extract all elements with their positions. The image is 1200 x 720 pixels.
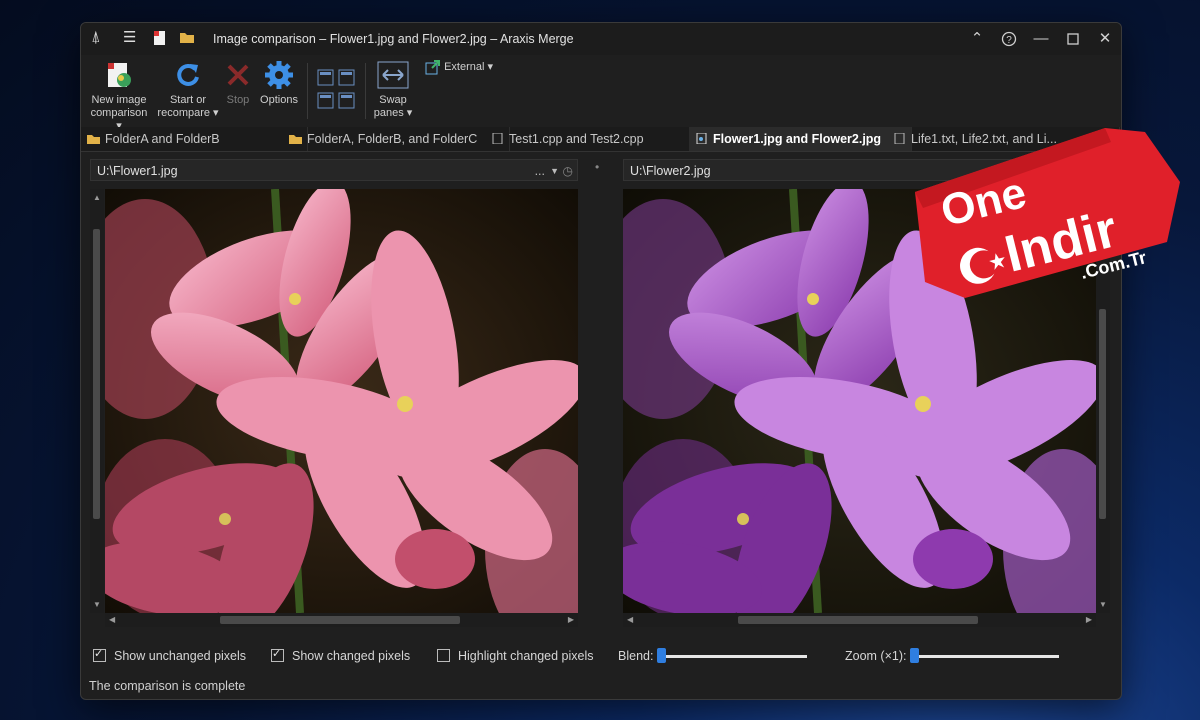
maximize-icon[interactable] — [1063, 29, 1083, 49]
open-folder-icon[interactable] — [179, 30, 195, 48]
zoom-label: Zoom (×1): — [845, 649, 907, 663]
stop-x-icon — [223, 59, 253, 91]
tab-foldera-folderb-folderc[interactable]: FolderA, FolderB, and FolderC — [283, 127, 510, 151]
left-history-icon[interactable]: ◷ — [563, 160, 573, 182]
pane-divider-dot: • — [595, 160, 600, 174]
minimize-icon[interactable]: — — [1031, 29, 1051, 49]
text-file-icon — [492, 133, 503, 144]
scroll-right-icon[interactable]: ▶ — [1086, 615, 1092, 624]
menu-icon[interactable]: ☰ — [123, 30, 136, 46]
scroll-thumb[interactable] — [93, 229, 100, 519]
scroll-down-icon[interactable]: ▼ — [1099, 600, 1107, 609]
tab-label: FolderA, FolderB, and FolderC — [307, 132, 478, 146]
scroll-thumb[interactable] — [738, 616, 978, 624]
stop-label: Stop — [226, 94, 250, 106]
right-horizontal-scrollbar[interactable]: ◀ ▶ — [623, 613, 1096, 627]
right-path: U:\Flower2.jpg — [630, 164, 711, 178]
tab-label: Test1.cpp and Test2.cpp — [509, 132, 644, 146]
left-vertical-scrollbar[interactable]: ▲ ▼ — [90, 189, 104, 613]
swap-label-2: panes ▾ — [373, 107, 413, 119]
left-dropdown-icon[interactable]: ▼ — [550, 160, 559, 182]
external-label: External ▾ — [444, 60, 493, 73]
swap-label-1: Swap — [379, 94, 407, 106]
start-recompare-button[interactable]: Start or recompare ▾ — [155, 59, 221, 120]
start-label-2: recompare ▾ — [157, 107, 219, 119]
left-horizontal-scrollbar[interactable]: ◀ ▶ — [105, 613, 578, 627]
scroll-right-icon[interactable]: ▶ — [568, 615, 574, 624]
ribbon-toolbar: New image comparison ▾ Start or recompar… — [81, 55, 1121, 132]
swap-icon — [373, 59, 413, 91]
external-icon — [425, 60, 440, 75]
title-bar: ⍋ ☰ Image comparison – Flower1.jpg and F… — [81, 23, 1121, 55]
collapse-ribbon-icon[interactable]: ⌃ — [967, 29, 987, 49]
tab-foldera-folderb[interactable]: FolderA and FolderB — [81, 127, 308, 151]
folder-icon — [289, 135, 302, 144]
stop-button[interactable]: Stop — [223, 59, 253, 107]
tab-label: Flower1.jpg and Flower2.jpg — [713, 132, 882, 146]
show-changed-checkbox[interactable] — [271, 647, 284, 662]
external-button[interactable]: External ▾ — [425, 59, 493, 75]
pane-layout-icon[interactable] — [317, 69, 357, 111]
tab-label: FolderA and FolderB — [105, 132, 220, 146]
left-path-menu-button[interactable]: ... — [535, 160, 545, 182]
scroll-left-icon[interactable]: ◀ — [109, 615, 115, 624]
scroll-up-icon[interactable]: ▲ — [93, 193, 101, 202]
blend-slider-thumb[interactable] — [657, 648, 666, 663]
show-unchanged-label: Show unchanged pixels — [114, 649, 247, 663]
oneindir-watermark-logo: One Indir .Com.Tr — [905, 122, 1185, 302]
new-image-label-1: New image — [91, 94, 147, 106]
tab-flower-jpg[interactable]: Flower1.jpg and Flower2.jpg — [689, 127, 912, 151]
svg-text:?: ? — [1006, 35, 1012, 46]
blend-label: Blend: — [618, 649, 654, 663]
refresh-icon — [155, 59, 221, 91]
highlight-changed-label: Highlight changed pixels — [458, 649, 594, 663]
folder-icon — [87, 135, 100, 144]
help-icon[interactable]: ? — [999, 29, 1019, 49]
zoom-slider-track[interactable] — [911, 655, 1059, 658]
ribbon-separator — [365, 63, 366, 119]
new-image-comparison-button[interactable]: New image comparison ▾ — [89, 59, 149, 133]
scroll-left-icon[interactable]: ◀ — [627, 615, 633, 624]
scroll-thumb[interactable] — [220, 616, 460, 624]
left-image-pink-flowers[interactable] — [105, 189, 578, 613]
start-label-1: Start or — [169, 94, 207, 106]
left-path: U:\Flower1.jpg — [97, 164, 178, 178]
layout-buttons — [317, 69, 357, 114]
show-changed-label: Show changed pixels — [292, 649, 411, 663]
zoom-slider-thumb[interactable] — [910, 648, 919, 663]
tab-test-cpp[interactable]: Test1.cpp and Test2.cpp — [485, 127, 714, 151]
scroll-down-icon[interactable]: ▼ — [93, 600, 101, 609]
image-file-icon — [696, 133, 707, 144]
gear-icon — [257, 59, 301, 91]
close-icon[interactable]: ✕ — [1095, 29, 1115, 49]
blend-slider-track[interactable] — [659, 655, 807, 658]
left-path-bar[interactable]: U:\Flower1.jpg ... ▼ ◷ — [90, 159, 578, 181]
scroll-thumb[interactable] — [1099, 309, 1106, 519]
highlight-changed-checkbox[interactable] — [437, 649, 450, 662]
options-button[interactable]: Options — [257, 59, 301, 107]
swap-panes-button[interactable]: Swap panes ▾ — [373, 59, 413, 120]
new-file-icon[interactable] — [153, 30, 167, 50]
window-title: Image comparison – Flower1.jpg and Flowe… — [213, 32, 574, 46]
new-image-icon — [89, 59, 149, 91]
araxis-logo-icon: ⍋ — [91, 29, 101, 46]
status-text: The comparison is complete — [89, 679, 246, 693]
show-unchanged-checkbox[interactable] — [93, 647, 106, 662]
options-label: Options — [260, 94, 298, 106]
ribbon-separator — [307, 63, 308, 119]
